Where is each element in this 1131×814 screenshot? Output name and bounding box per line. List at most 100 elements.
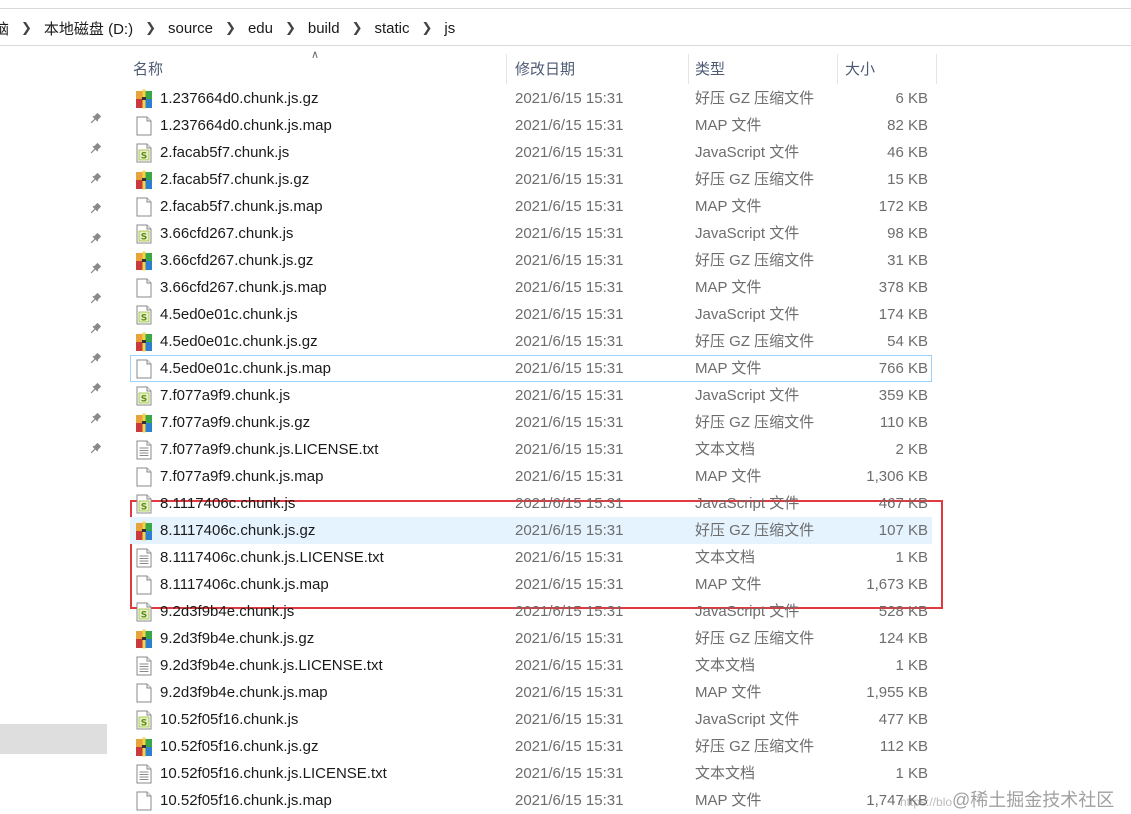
breadcrumb-item-this-pc[interactable]: 脑 (0, 18, 11, 39)
file-size: 359 KB (878, 387, 928, 404)
file-row[interactable]: 2.facab5f7.chunk.js.map 2021/6/15 15:31 MA… (130, 193, 932, 220)
file-type: MAP 文件 (695, 117, 762, 134)
file-name: 2.facab5f7.chunk.js.gz (160, 171, 310, 188)
column-header-size[interactable]: 大小 (828, 50, 928, 86)
pin-icon[interactable] (88, 292, 104, 308)
file-name: 7.f077a9f9.chunk.js.LICENSE.txt (160, 441, 379, 458)
file-size: 124 KB (878, 630, 928, 647)
file-name: 9.2d3f9b4e.chunk.js.gz (160, 630, 315, 647)
file-size: 1 KB (895, 765, 928, 782)
chevron-right-icon[interactable]: ❯ (225, 20, 236, 36)
file-row[interactable]: S 9.2d3f9b4e.chunk.js 2021/6/15 15:31 JavaS… (130, 598, 932, 625)
file-name: 10.52f05f16.chunk.js.LICENSE.txt (160, 765, 387, 782)
file-name: 9.2d3f9b4e.chunk.js.map (160, 684, 328, 701)
pin-icon[interactable] (88, 142, 104, 158)
file-modified-date: 2021/6/15 15:31 (515, 603, 624, 620)
file-name: 4.5ed0e01c.chunk.js.gz (160, 333, 318, 350)
blank-file-icon (135, 197, 153, 217)
svg-text:S: S (141, 395, 147, 405)
file-type: JavaScript 文件 (695, 144, 800, 161)
file-row[interactable]: 7.f077a9f9.chunk.js.gz 2021/6/15 15:31 好压 … (130, 409, 932, 436)
pin-icon[interactable] (88, 352, 104, 368)
file-row[interactable]: S 4.5ed0e01c.chunk.js 2021/6/15 15:31 JavaS… (130, 301, 932, 328)
file-row[interactable]: 4.5ed0e01c.chunk.js.map 2021/6/15 15:31 MA… (130, 355, 932, 382)
file-row[interactable]: 9.2d3f9b4e.chunk.js.gz 2021/6/15 15:31 好压 … (130, 625, 932, 652)
chevron-right-icon[interactable]: ❯ (285, 20, 296, 36)
file-row[interactable]: 8.1117406c.chunk.js.gz 2021/6/15 15:31 好压 … (130, 517, 932, 544)
chevron-right-icon[interactable]: ❯ (352, 20, 363, 36)
chevron-right-icon[interactable]: ❯ (145, 20, 156, 36)
file-row[interactable]: 7.f077a9f9.chunk.js.map 2021/6/15 15:31 MA… (130, 463, 932, 490)
file-type: 好压 GZ 压缩文件 (695, 252, 815, 269)
breadcrumb-item-source[interactable]: source (166, 20, 215, 37)
file-row[interactable]: 4.5ed0e01c.chunk.js.gz 2021/6/15 15:31 好压 … (130, 328, 932, 355)
file-row[interactable]: S 3.66cfd267.chunk.js 2021/6/15 15:31 JavaS… (130, 220, 932, 247)
pin-icon[interactable] (88, 442, 104, 458)
pin-icon[interactable] (88, 382, 104, 398)
breadcrumb[interactable]: 脑 ❯ 本地磁盘 (D:) ❯ source ❯ edu ❯ build ❯ s… (0, 16, 457, 40)
file-type: MAP 文件 (695, 198, 762, 215)
pin-icon[interactable] (88, 232, 104, 248)
file-row[interactable]: 10.52f05f16.chunk.js.gz 2021/6/15 15:31 好压… (130, 733, 932, 760)
file-size: 31 KB (887, 252, 928, 269)
file-type: 文本文档 (695, 657, 756, 674)
file-row[interactable]: 7.f077a9f9.chunk.js.LICENSE.txt 2021/6/15… (130, 436, 932, 463)
archive-file-icon (135, 737, 153, 757)
file-row[interactable]: 1.237664d0.chunk.js.map 2021/6/15 15:31 MA… (130, 112, 932, 139)
breadcrumb-item-static[interactable]: static (372, 20, 411, 37)
file-row[interactable]: 9.2d3f9b4e.chunk.js.map 2021/6/15 15:31 MA… (130, 679, 932, 706)
column-header-type[interactable]: 类型 (678, 50, 838, 86)
breadcrumb-item-edu[interactable]: edu (246, 20, 275, 37)
file-name: 9.2d3f9b4e.chunk.js.LICENSE.txt (160, 657, 383, 674)
file-modified-date: 2021/6/15 15:31 (515, 252, 624, 269)
file-modified-date: 2021/6/15 15:31 (515, 117, 624, 134)
file-row[interactable]: 9.2d3f9b4e.chunk.js.LICENSE.txt 2021/6/15… (130, 652, 932, 679)
file-modified-date: 2021/6/15 15:31 (515, 549, 624, 566)
archive-file-icon (135, 413, 153, 433)
file-type: JavaScript 文件 (695, 225, 800, 242)
file-size: 46 KB (887, 144, 928, 161)
pin-icon[interactable] (88, 172, 104, 188)
file-size: 82 KB (887, 117, 928, 134)
file-row[interactable]: 10.52f05f16.chunk.js.LICENSE.txt 2021/6/1… (130, 760, 932, 787)
breadcrumb-item-js[interactable]: js (442, 20, 457, 37)
pin-icon[interactable] (88, 202, 104, 218)
file-row[interactable]: 3.66cfd267.chunk.js.gz 2021/6/15 15:31 好压 … (130, 247, 932, 274)
file-size: 110 KB (879, 414, 928, 431)
breadcrumb-item-drive-d[interactable]: 本地磁盘 (D:) (42, 18, 135, 39)
nav-selected-item[interactable] (0, 724, 107, 754)
breadcrumb-item-build[interactable]: build (306, 20, 342, 37)
pin-icon[interactable] (88, 262, 104, 278)
blank-file-icon (135, 467, 153, 487)
file-size: 1 KB (895, 657, 928, 674)
file-type: 好压 GZ 压缩文件 (695, 522, 815, 539)
file-modified-date: 2021/6/15 15:31 (515, 144, 624, 161)
file-row[interactable]: 8.1117406c.chunk.js.LICENSE.txt 2021/6/15… (130, 544, 932, 571)
column-header-date[interactable]: 修改日期 (498, 50, 688, 86)
file-row[interactable]: S 7.f077a9f9.chunk.js 2021/6/15 15:31 JavaS… (130, 382, 932, 409)
file-modified-date: 2021/6/15 15:31 (515, 684, 624, 701)
pin-icon[interactable] (88, 412, 104, 428)
file-row[interactable]: S 10.52f05f16.chunk.js 2021/6/15 15:31 Java… (130, 706, 932, 733)
file-row[interactable]: 2.facab5f7.chunk.js.gz 2021/6/15 15:31 好压 … (130, 166, 932, 193)
pin-icon[interactable] (88, 322, 104, 338)
chevron-right-icon[interactable]: ❯ (21, 20, 32, 36)
file-row[interactable]: 8.1117406c.chunk.js.map 2021/6/15 15:31 MA… (130, 571, 932, 598)
file-row[interactable]: 1.237664d0.chunk.js.gz 2021/6/15 15:31 好压 … (130, 85, 932, 112)
column-header-name[interactable]: 名称 (116, 50, 506, 86)
pin-icon[interactable] (88, 112, 104, 128)
file-row[interactable]: S 8.1117406c.chunk.js 2021/6/15 15:31 JavaS… (130, 490, 932, 517)
column-divider[interactable] (936, 54, 937, 84)
svg-text:S: S (141, 611, 147, 621)
file-type: JavaScript 文件 (695, 711, 800, 728)
file-row[interactable]: 10.52f05f16.chunk.js.map 2021/6/15 15:31 M… (130, 787, 932, 814)
file-row[interactable]: S 2.facab5f7.chunk.js 2021/6/15 15:31 JavaS… (130, 139, 932, 166)
file-row[interactable]: 3.66cfd267.chunk.js.map 2021/6/15 15:31 MA… (130, 274, 932, 301)
file-name: 7.f077a9f9.chunk.js (160, 387, 291, 404)
file-name: 8.1117406c.chunk.js.map (160, 576, 329, 593)
file-name: 2.facab5f7.chunk.js (160, 144, 290, 161)
file-name: 4.5ed0e01c.chunk.js.map (160, 360, 331, 377)
file-name: 4.5ed0e01c.chunk.js (160, 306, 298, 323)
file-size: 1,673 KB (866, 576, 928, 593)
chevron-right-icon[interactable]: ❯ (422, 20, 433, 36)
